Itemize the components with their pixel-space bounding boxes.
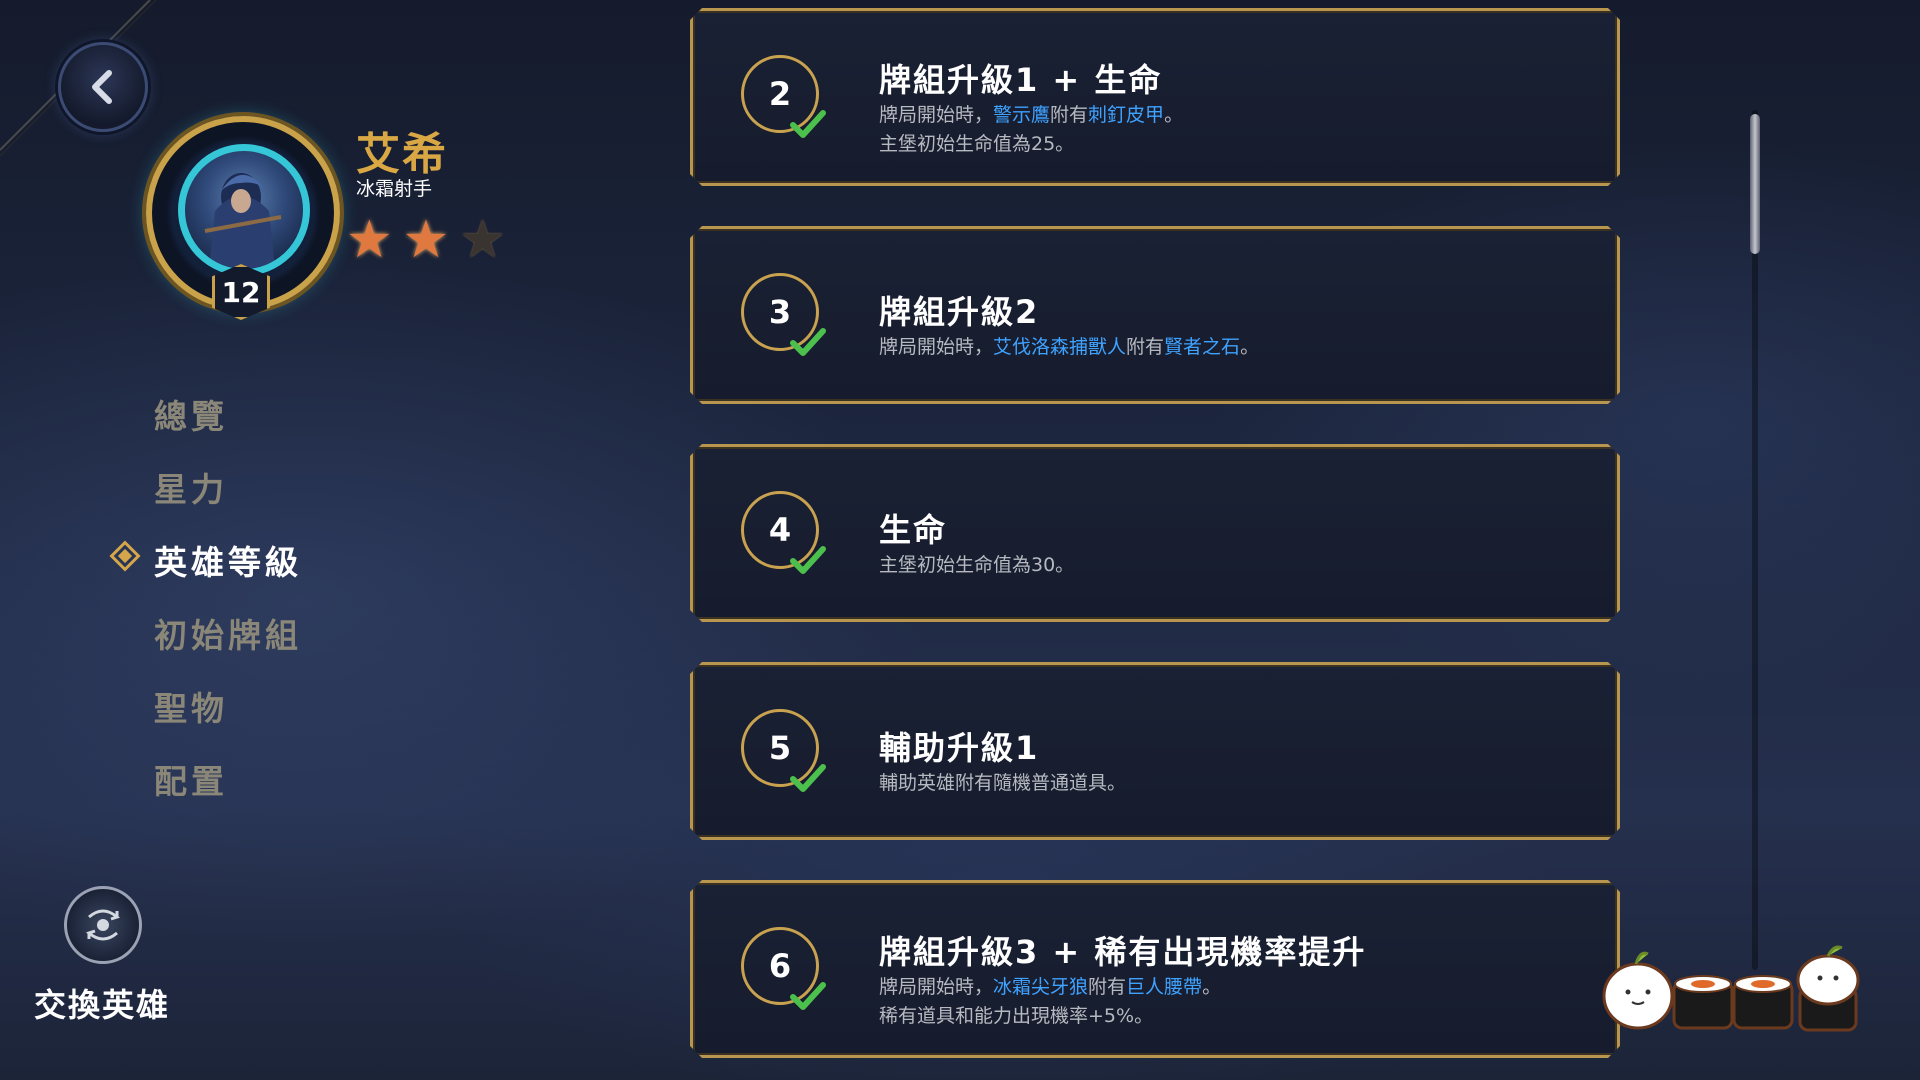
star-filled-icon: ★: [402, 210, 450, 270]
description-text: 稀有道具和能力出現機率+5%。: [879, 1005, 1154, 1027]
level-reward-card[interactable]: 2 牌組升級1 + 生命 牌局開始時，警示鷹附有刺釘皮甲。 主堡初始生命值為25。: [690, 8, 1620, 186]
description-text: 牌局開始時，: [879, 104, 994, 126]
description-text: 附有: [1088, 976, 1127, 998]
side-nav: 總覽星力英雄等級初始牌組聖物配置: [109, 390, 302, 828]
level-reward-card[interactable]: 5 輔助升級1 輔助英雄附有隨機普通道具。: [690, 662, 1620, 840]
nav-item[interactable]: 星力: [154, 463, 302, 536]
star-empty-icon: ★: [459, 210, 506, 270]
nav-item[interactable]: 聖物: [154, 682, 302, 755]
level-reward-title: 生命: [879, 511, 948, 549]
level-reward-description: 主堡初始生命值為25。: [879, 130, 1074, 159]
swap-hero-icon: [86, 909, 120, 941]
swap-hero-label: 交換英雄: [34, 986, 171, 1024]
level-number: 5: [768, 729, 792, 767]
check-icon: [789, 109, 827, 139]
hero-title: 冰霜射手: [356, 178, 433, 200]
level-number: 2: [768, 75, 792, 113]
nav-item-label: 總覽: [154, 397, 228, 436]
description-text: 主堡初始生命值為30。: [879, 554, 1075, 576]
nav-item-label: 英雄等級: [154, 543, 302, 582]
description-text: 主堡初始生命值為25。: [879, 133, 1075, 155]
keyword-highlight[interactable]: 冰霜尖牙狼: [993, 976, 1088, 998]
hero-level: 12: [221, 275, 261, 309]
nav-item-label: 配置: [154, 762, 228, 801]
nav-item-label: 星力: [154, 470, 228, 509]
keyword-highlight[interactable]: 警示鷹: [993, 104, 1050, 126]
hero-level-list: 2 牌組升級1 + 生命 牌局開始時，警示鷹附有刺釘皮甲。 主堡初始生命值為25。 3 牌…: [690, 0, 1626, 1080]
scrollbar-thumb[interactable]: [1750, 114, 1760, 254]
level-reward-title: 牌組升級2: [879, 293, 1040, 331]
nav-item-label: 聖物: [154, 689, 228, 728]
check-icon: [789, 327, 827, 357]
level-reward-description: 輔助英雄附有隨機普通道具。: [879, 769, 1126, 798]
level-number: 6: [768, 947, 792, 985]
level-reward-description: 牌局開始時，冰霜尖牙狼附有巨人腰帶。: [879, 973, 1221, 1002]
level-reward-card[interactable]: 4 生命主堡初始生命值為30。: [690, 444, 1620, 622]
description-text: 附有: [1050, 104, 1089, 126]
nav-item[interactable]: 配置: [154, 755, 302, 828]
back-button[interactable]: [58, 42, 148, 132]
keyword-highlight[interactable]: 刺釘皮甲: [1088, 104, 1164, 126]
nav-item[interactable]: 總覽: [154, 390, 302, 463]
check-icon: [789, 763, 827, 793]
swap-hero-button[interactable]: [64, 886, 142, 964]
level-number: 3: [768, 293, 792, 331]
description-text: 牌局開始時，: [879, 976, 994, 998]
description-text: 。: [1202, 976, 1222, 998]
level-reward-title: 牌組升級1 + 生命: [879, 61, 1163, 99]
check-icon: [789, 981, 827, 1011]
active-diamond-icon: [109, 540, 141, 572]
keyword-highlight[interactable]: 艾伐洛森捕獸人: [993, 336, 1126, 358]
level-reward-description: 牌局開始時，艾伐洛森捕獸人附有賢者之石。: [879, 333, 1259, 362]
level-reward-card[interactable]: 3 牌組升級2 牌局開始時，艾伐洛森捕獸人附有賢者之石。: [690, 226, 1620, 404]
level-reward-card[interactable]: 6 牌組升級3 + 稀有出現機率提升 牌局開始時，冰霜尖牙狼附有巨人腰帶。 稀有道具和…: [690, 880, 1620, 1058]
description-text: 附有: [1126, 336, 1165, 358]
check-icon: [789, 545, 827, 575]
keyword-highlight[interactable]: 賢者之石: [1164, 336, 1240, 358]
hero-avatar: [178, 144, 310, 276]
keyword-highlight[interactable]: 巨人腰帶: [1126, 976, 1202, 998]
description-text: 。: [1164, 104, 1184, 126]
nav-item[interactable]: 英雄等級: [109, 536, 302, 609]
level-reward-title: 牌組升級3 + 稀有出現機率提升: [879, 933, 1367, 971]
star-filled-icon: ★: [346, 210, 393, 270]
sushi-mascot-decoration: [1602, 945, 1860, 1032]
description-text: 輔助英雄附有隨機普通道具。: [879, 772, 1127, 794]
level-number: 4: [768, 511, 792, 549]
description-text: 牌局開始時，: [879, 336, 994, 358]
level-reward-description: 主堡初始生命值為30。: [879, 551, 1074, 580]
chevron-left-icon: [92, 70, 112, 104]
description-text: 。: [1240, 336, 1260, 358]
nav-item[interactable]: 初始牌組: [154, 609, 302, 682]
level-reward-description: 稀有道具和能力出現機率+5%。: [879, 1002, 1153, 1031]
nav-item-label: 初始牌組: [154, 616, 302, 655]
hero-stars: ★ ★ ★: [346, 214, 506, 266]
hero-name: 艾希: [356, 129, 448, 180]
level-reward-title: 輔助升級1: [879, 729, 1040, 767]
level-reward-description: 牌局開始時，警示鷹附有刺釘皮甲。: [879, 101, 1183, 130]
